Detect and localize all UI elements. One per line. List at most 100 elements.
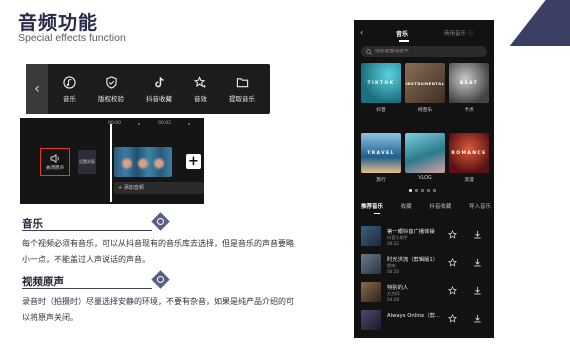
category-cover: BEAT bbox=[449, 63, 489, 103]
chevron-left-icon[interactable]: ‹ bbox=[360, 28, 363, 37]
speaker-icon bbox=[50, 153, 59, 163]
section-text-original-sound: 录音时（拍摄时）尽量选择安静的环境，不要有杂音，如果是纯产品介绍的可 以将原声关… bbox=[22, 294, 312, 326]
subtab-recommended[interactable]: 推荐音乐 bbox=[361, 202, 383, 210]
category-vlog[interactable]: VLOG bbox=[405, 133, 445, 181]
category-label: 浪漫 bbox=[464, 178, 474, 183]
subtab-tiktok-favorites[interactable]: 抖音收藏 bbox=[429, 202, 451, 210]
phone-top-bar: ‹ 音乐 商用音乐 ⓘ bbox=[354, 28, 494, 42]
chevron-left-icon: ‹ bbox=[34, 81, 40, 97]
section-text-music: 每个视频必须有音乐，可以从抖音现有的音乐库去选择，但是音乐的声音要略 小一点，不… bbox=[22, 236, 312, 268]
search-bar[interactable] bbox=[361, 46, 487, 57]
page-subtitle: Special effects function bbox=[18, 32, 126, 44]
video-timeline: 00:00 00:02 关闭原声 设置封面 + + 添加音频 bbox=[20, 118, 204, 204]
paragraph-line: 以将原声关闭。 bbox=[22, 313, 78, 322]
search-input[interactable] bbox=[375, 49, 475, 54]
category-label: VLOG bbox=[418, 176, 432, 181]
category-label: 旅行 bbox=[376, 178, 386, 183]
category-travel[interactable]: TRAVEL 旅行 bbox=[361, 133, 401, 183]
category-romance[interactable]: ROMANCE 浪漫 bbox=[449, 133, 489, 183]
shield-check-icon bbox=[105, 75, 117, 89]
song-row[interactable]: 第一眼抖音广播体操 抖音小助手 00:22 bbox=[361, 224, 489, 250]
toolbar-item-label: 提取音乐 bbox=[229, 94, 255, 103]
category-instrumental[interactable]: INSTRUMENTAL 纯音乐 bbox=[405, 63, 445, 113]
paragraph-line: 小一点，不能盖过人声说话的声音。 bbox=[22, 255, 150, 264]
category-cover bbox=[405, 133, 445, 173]
page-title: 音频功能 bbox=[18, 12, 99, 34]
download-icon[interactable] bbox=[473, 258, 482, 267]
toolbar-item-copyright-check[interactable]: 版权校验 bbox=[98, 75, 124, 103]
category-label: 卡点 bbox=[464, 108, 474, 113]
time-tick bbox=[188, 123, 190, 125]
star-sparkle-icon bbox=[194, 75, 206, 88]
toolbar-item-label: 音效 bbox=[194, 94, 207, 103]
search-icon bbox=[366, 48, 372, 55]
category-cover: ROMANCE bbox=[449, 133, 489, 173]
page-dot bbox=[427, 189, 430, 192]
carousel-page-indicator bbox=[409, 189, 436, 192]
audio-toolbar: ‹ 音乐 版权校验 抖音收藏 音效 提取音乐 bbox=[26, 64, 270, 114]
favorite-star-icon[interactable] bbox=[448, 258, 457, 267]
toolbar-item-music[interactable]: 音乐 bbox=[63, 75, 76, 103]
song-row[interactable]: Always Online（剪... bbox=[361, 308, 489, 334]
playhead[interactable] bbox=[110, 124, 112, 202]
favorite-star-icon[interactable] bbox=[448, 314, 457, 323]
clip-frame bbox=[136, 147, 150, 177]
category-label: 纯音乐 bbox=[417, 108, 433, 113]
page-dot bbox=[409, 189, 412, 192]
song-row[interactable]: 特别的人 方大同 04:28 bbox=[361, 280, 489, 306]
favorite-star-icon[interactable] bbox=[448, 230, 457, 239]
category-cover: TRAVEL bbox=[361, 133, 401, 173]
toolbar-item-tiktok-favorites[interactable]: 抖音收藏 bbox=[146, 76, 172, 103]
video-clip-track[interactable] bbox=[114, 147, 172, 177]
song-duration: 00:20 bbox=[387, 269, 400, 274]
song-title: 第一眼抖音广播体操 bbox=[387, 229, 435, 235]
section-badge-icon bbox=[151, 212, 170, 231]
tiktok-icon bbox=[154, 76, 164, 87]
category-beat[interactable]: BEAT 卡点 bbox=[449, 63, 489, 113]
time-tick bbox=[138, 123, 140, 125]
song-thumbnail bbox=[361, 254, 381, 274]
song-thumbnail bbox=[361, 282, 381, 302]
mute-original-audio-button[interactable]: 关闭原声 bbox=[40, 148, 70, 176]
set-cover-label: 设置封面 bbox=[79, 158, 95, 164]
download-icon[interactable] bbox=[473, 286, 482, 295]
subtab-import-music[interactable]: 导入音乐 bbox=[469, 202, 491, 210]
tab-underline bbox=[399, 40, 409, 42]
download-icon[interactable] bbox=[473, 230, 482, 239]
song-title: Always Online（剪... bbox=[387, 313, 440, 319]
song-duration: 04:28 bbox=[387, 297, 400, 302]
timecode: 00:02 bbox=[158, 121, 171, 126]
back-button[interactable]: ‹ bbox=[26, 64, 48, 114]
section-badge-icon bbox=[151, 270, 170, 289]
toolbar-item-label: 抖音收藏 bbox=[146, 94, 172, 103]
toolbar-item-sound-effects[interactable]: 音效 bbox=[194, 75, 207, 103]
plus-icon: + bbox=[188, 154, 199, 169]
category-cover: INSTRUMENTAL bbox=[405, 63, 445, 103]
add-audio-button[interactable]: + 添加音频 bbox=[114, 182, 204, 194]
music-subtabs: 推荐音乐 收藏 抖音收藏 导入音乐 bbox=[361, 202, 491, 210]
category-tiktok[interactable]: TIKTOK 抖音 bbox=[361, 63, 401, 113]
subtab-favorites[interactable]: 收藏 bbox=[401, 202, 412, 210]
toolbar-item-extract-music[interactable]: 提取音乐 bbox=[229, 76, 255, 103]
page-dot bbox=[421, 189, 424, 192]
category-cover: TIKTOK bbox=[361, 63, 401, 103]
download-icon[interactable] bbox=[473, 314, 482, 323]
page-dot bbox=[433, 189, 436, 192]
phone-music-library-screen: ‹ 音乐 商用音乐 ⓘ TIKTOK 抖音 INSTRUMENTAL 纯音乐 B… bbox=[354, 20, 494, 338]
tab-music[interactable]: 音乐 bbox=[396, 29, 408, 38]
paragraph-line: 录音时（拍摄时）尽量选择安静的环境，不要有杂音，如果是纯产品介绍的可 bbox=[22, 297, 294, 306]
song-thumbnail bbox=[361, 226, 381, 246]
song-thumbnail bbox=[361, 310, 381, 330]
page-dot bbox=[415, 189, 418, 192]
toolbar-item-label: 版权校验 bbox=[98, 94, 124, 103]
section-underline bbox=[22, 288, 152, 289]
section-title-music: 音乐 bbox=[22, 218, 43, 230]
section-title-original-sound: 视频原声 bbox=[22, 276, 64, 288]
subtab-underline bbox=[374, 213, 380, 215]
music-note-icon bbox=[63, 75, 76, 89]
add-clip-button[interactable]: + bbox=[186, 154, 201, 169]
tab-commercial-music[interactable]: 商用音乐 ⓘ bbox=[444, 29, 473, 37]
song-row[interactable]: 时光洪流（剪辑版1） 程响 00:20 bbox=[361, 252, 489, 278]
set-cover-button[interactable]: 设置封面 bbox=[78, 150, 96, 174]
favorite-star-icon[interactable] bbox=[448, 286, 457, 295]
